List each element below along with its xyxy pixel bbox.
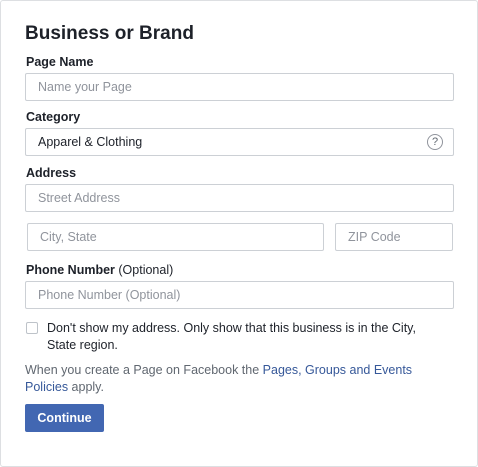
address-label: Address — [26, 166, 77, 180]
page-name-label: Page Name — [26, 55, 94, 69]
hide-address-checkbox[interactable] — [26, 322, 38, 334]
help-icon[interactable]: ? — [427, 134, 443, 150]
phone-number-input[interactable] — [25, 281, 454, 309]
zip-code-input[interactable] — [335, 223, 453, 251]
phone-number-label: Phone Number (Optional) — [26, 262, 173, 278]
policy-notice: When you create a Page on Facebook the P… — [25, 362, 445, 396]
phone-optional-text: (Optional) — [118, 263, 174, 277]
category-label: Category — [26, 110, 81, 124]
continue-button[interactable]: Continue — [25, 404, 104, 432]
category-select[interactable]: Apparel & Clothing ? — [25, 128, 454, 156]
hide-address-label[interactable]: Don't show my address. Only show that th… — [47, 320, 447, 354]
policy-suffix: apply. — [68, 380, 104, 394]
phone-number-label-text: Phone Number — [26, 263, 115, 277]
page-name-input[interactable] — [25, 73, 454, 101]
form-title: Business or Brand — [25, 23, 194, 44]
business-or-brand-card: Business or Brand Page Name Category App… — [0, 0, 478, 467]
policy-prefix: When you create a Page on Facebook the — [25, 363, 263, 377]
category-value: Apparel & Clothing — [38, 135, 143, 149]
city-state-input[interactable] — [27, 223, 324, 251]
street-address-input[interactable] — [25, 184, 454, 212]
